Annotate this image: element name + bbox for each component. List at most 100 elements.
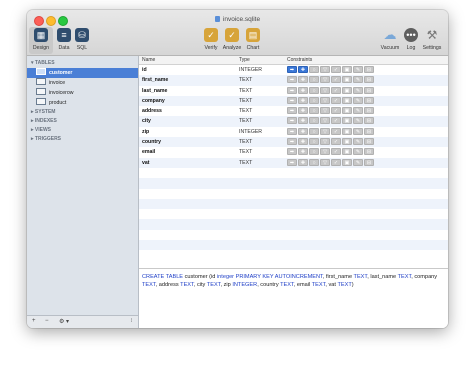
analyze-button[interactable]: ✓ Analyze (221, 28, 243, 51)
sidebar-item-customer[interactable]: customer (27, 68, 138, 78)
constraint-toggle[interactable]: ⊟ (364, 127, 374, 135)
column-name[interactable]: email (142, 149, 155, 155)
constraint-toggle[interactable]: ⊟ (364, 86, 374, 94)
sidebar-item-invoice[interactable]: invoice (27, 78, 138, 88)
constraint-toggle[interactable]: ➡ (287, 107, 297, 115)
column-name[interactable]: company (142, 98, 165, 104)
constraint-toggle[interactable]: ▣ (342, 117, 352, 125)
constraint-toggle[interactable]: ➡ (287, 96, 297, 104)
indexes-section-header[interactable]: ▸ INDEXES (27, 117, 138, 126)
constraint-toggle[interactable]: ➡ (287, 158, 297, 166)
constraint-toggle[interactable]: ▣ (342, 138, 352, 146)
constraint-toggle[interactable]: ✓ (331, 96, 341, 104)
constraint-toggle[interactable]: ✚ (298, 96, 308, 104)
constraint-toggle[interactable]: ✎ (353, 66, 363, 73)
constraint-toggle[interactable]: ▽ (320, 86, 330, 94)
column-name[interactable]: last_name (142, 88, 167, 94)
constraint-toggle[interactable]: ✚ (298, 86, 308, 94)
constraint-toggle[interactable]: ▣ (342, 96, 352, 104)
column-type[interactable]: TEXT (239, 98, 252, 104)
column-type[interactable]: INTEGER (239, 67, 262, 73)
constraint-toggle[interactable]: ○ (309, 107, 319, 115)
constraint-toggle[interactable]: ▣ (342, 127, 352, 135)
constraint-toggle[interactable]: ○ (309, 96, 319, 104)
column-name[interactable]: address (142, 108, 162, 114)
constraint-toggle[interactable]: ✚ (298, 138, 308, 146)
constraint-toggle[interactable]: ⊟ (364, 107, 374, 115)
constraint-toggle[interactable]: ○ (309, 66, 319, 73)
triggers-section-header[interactable]: ▸ TRIGGERS (27, 135, 138, 144)
column-type[interactable]: INTEGER (239, 129, 262, 135)
constraint-toggle[interactable]: ➡ (287, 138, 297, 146)
constraint-toggle[interactable]: ✓ (331, 127, 341, 135)
constraint-toggle[interactable]: ▣ (342, 66, 352, 73)
constraint-toggle[interactable]: ➡ (287, 127, 297, 135)
constraint-toggle[interactable]: ✎ (353, 96, 363, 104)
constraint-toggle[interactable]: ○ (309, 148, 319, 156)
sql-preview[interactable]: CREATE TABLE customer (id integer PRIMAR… (139, 268, 448, 328)
constraint-toggle[interactable]: ✚ (298, 107, 308, 115)
system-section-header[interactable]: ▸ SYSTEM (27, 108, 138, 117)
constraint-toggle[interactable]: ▣ (342, 158, 352, 166)
constraint-toggle[interactable]: ✓ (331, 107, 341, 115)
table-row[interactable]: city TEXT ➡ ✚ ○ ▽ ✓ ▣ ✎ ⊟ (139, 116, 448, 127)
constraint-toggle[interactable]: ▣ (342, 107, 352, 115)
log-button[interactable]: ••• Log (400, 28, 422, 51)
column-header-constraints[interactable]: Constraints (287, 57, 312, 63)
column-name[interactable]: vat (142, 160, 150, 166)
column-header-type[interactable]: Type (239, 57, 250, 63)
constraint-toggle[interactable]: ✎ (353, 158, 363, 166)
settings-button[interactable]: ⚒ Settings (421, 28, 443, 51)
column-header-name[interactable]: Name (142, 57, 155, 63)
constraint-toggle[interactable]: ▽ (320, 76, 330, 84)
constraint-toggle[interactable]: ✎ (353, 107, 363, 115)
table-row[interactable]: vat TEXT ➡ ✚ ○ ▽ ✓ ▣ ✎ ⊟ (139, 157, 448, 168)
constraint-toggle[interactable]: ○ (309, 158, 319, 166)
constraint-toggle[interactable]: ▽ (320, 96, 330, 104)
constraint-toggle[interactable]: ▣ (342, 148, 352, 156)
constraint-toggle[interactable]: ➡ (287, 76, 297, 84)
constraint-toggle[interactable]: ✚ (298, 117, 308, 125)
sql-button[interactable]: ⛁ SQL (71, 28, 93, 51)
constraint-toggle[interactable]: ⊟ (364, 117, 374, 125)
table-row[interactable]: address TEXT ➡ ✚ ○ ▽ ✓ ▣ ✎ ⊟ (139, 106, 448, 116)
design-button[interactable]: ▦ Design (29, 27, 53, 54)
sidebar-item-invoicerow[interactable]: invoicerow (27, 88, 138, 98)
views-section-header[interactable]: ▸ VIEWS (27, 126, 138, 135)
constraint-toggle[interactable]: ✎ (353, 76, 363, 84)
constraint-toggle[interactable]: ✓ (331, 76, 341, 84)
constraint-toggle[interactable]: ▽ (320, 107, 330, 115)
constraint-toggle[interactable]: ➡ (287, 148, 297, 156)
table-row[interactable]: email TEXT ➡ ✚ ○ ▽ ✓ ▣ ✎ ⊟ (139, 147, 448, 157)
table-row[interactable]: first_name TEXT ➡ ✚ ○ ▽ ✓ ▣ ✎ ⊟ (139, 75, 448, 86)
constraint-toggle[interactable]: ▣ (342, 76, 352, 84)
constraint-toggle[interactable]: ○ (309, 117, 319, 125)
column-name[interactable]: city (142, 118, 151, 124)
constraint-toggle[interactable]: ✚ (298, 127, 308, 135)
constraint-toggle[interactable]: ✚ (298, 76, 308, 84)
constraint-toggle[interactable]: ▽ (320, 158, 330, 166)
constraint-toggle[interactable]: ✓ (331, 66, 341, 73)
constraint-toggle[interactable]: ✎ (353, 86, 363, 94)
constraint-toggle[interactable]: ➡ (287, 86, 297, 94)
constraint-toggle[interactable]: ➡ (287, 66, 297, 73)
constraint-toggle[interactable]: ⊟ (364, 76, 374, 84)
constraint-toggle[interactable]: ✓ (331, 86, 341, 94)
constraint-toggle[interactable]: ✎ (353, 117, 363, 125)
constraint-toggle[interactable]: ▽ (320, 127, 330, 135)
vacuum-button[interactable]: ☁ Vacuum (379, 27, 401, 51)
column-name[interactable]: zip (142, 129, 149, 135)
constraint-toggle[interactable]: ▽ (320, 138, 330, 146)
tables-section-header[interactable]: ▾ TABLES (27, 59, 138, 68)
chart-button[interactable]: ▤ Chart (242, 28, 264, 51)
constraint-toggle[interactable]: ⊟ (364, 138, 374, 146)
constraint-toggle[interactable]: ▽ (320, 66, 330, 73)
constraint-toggle[interactable]: ✓ (331, 158, 341, 166)
constraint-toggle[interactable]: ✎ (353, 138, 363, 146)
table-row[interactable]: country TEXT ➡ ✚ ○ ▽ ✓ ▣ ✎ ⊟ (139, 137, 448, 148)
constraint-toggle[interactable]: ⊟ (364, 96, 374, 104)
remove-table-button[interactable]: − (45, 318, 49, 324)
constraint-toggle[interactable]: ✚ (298, 158, 308, 166)
constraint-toggle[interactable]: ▽ (320, 148, 330, 156)
gear-menu-button[interactable]: ⚙ ▾ (59, 318, 69, 325)
